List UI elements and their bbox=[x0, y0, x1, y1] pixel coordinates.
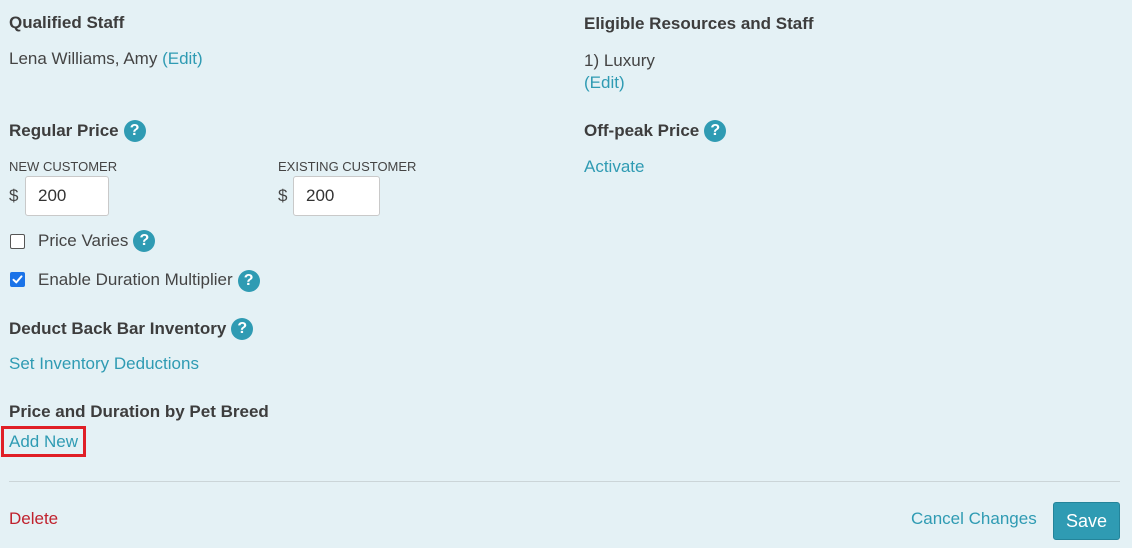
new-customer-currency-symbol: $ bbox=[9, 186, 19, 205]
back-bar-inventory-heading-text: Deduct Back Bar Inventory bbox=[9, 319, 227, 338]
eligible-resources-edit-link[interactable]: (Edit) bbox=[584, 73, 625, 93]
new-customer-price-input[interactable] bbox=[25, 176, 109, 216]
activate-off-peak-link[interactable]: Activate bbox=[584, 157, 644, 177]
qualified-staff-heading-text: Qualified Staff bbox=[9, 13, 125, 32]
price-varies-row: Price Varies ? bbox=[10, 230, 156, 252]
footer-divider bbox=[9, 481, 1120, 482]
off-peak-price-help-icon[interactable]: ? bbox=[704, 120, 727, 142]
add-new-highlight: Add New bbox=[1, 426, 86, 457]
regular-price-heading-text: Regular Price bbox=[9, 121, 119, 140]
eligible-resources-heading: Eligible Resources and Staff bbox=[584, 14, 814, 34]
back-bar-inventory-help-icon[interactable]: ? bbox=[231, 318, 254, 340]
off-peak-price-heading: Off-peak Price ? bbox=[584, 120, 727, 142]
qualified-staff-value: Lena Williams, Amy bbox=[9, 49, 158, 68]
checkmark-icon bbox=[12, 275, 23, 284]
regular-price-help-icon[interactable]: ? bbox=[123, 120, 146, 142]
existing-customer-label: EXISTING CUSTOMER bbox=[278, 159, 417, 174]
eligible-resources-heading-text: Eligible Resources and Staff bbox=[584, 14, 814, 33]
eligible-resources-value: 1) Luxury bbox=[584, 51, 655, 70]
duration-multiplier-help-icon[interactable]: ? bbox=[237, 270, 260, 292]
price-varies-checkbox[interactable] bbox=[10, 233, 25, 249]
existing-customer-price-input[interactable] bbox=[293, 176, 380, 216]
price-varies-label: Price Varies bbox=[38, 231, 129, 250]
save-button[interactable]: Save bbox=[1053, 502, 1120, 540]
duration-multiplier-label: Enable Duration Multiplier bbox=[38, 269, 233, 289]
price-varies-help-icon[interactable]: ? bbox=[133, 230, 156, 252]
new-customer-label: NEW CUSTOMER bbox=[9, 159, 118, 174]
pet-breed-heading-text: Price and Duration by Pet Breed bbox=[9, 402, 269, 421]
duration-multiplier-checkbox[interactable] bbox=[10, 272, 25, 287]
duration-multiplier-row: Enable Duration Multiplier ? bbox=[10, 267, 260, 292]
qualified-staff-row: Lena Williams, Amy (Edit) bbox=[9, 49, 203, 69]
back-bar-inventory-heading: Deduct Back Bar Inventory ? bbox=[9, 318, 254, 340]
add-new-link[interactable]: Add New bbox=[9, 432, 78, 451]
pet-breed-heading: Price and Duration by Pet Breed bbox=[9, 402, 269, 422]
set-inventory-deductions-link[interactable]: Set Inventory Deductions bbox=[9, 354, 199, 374]
qualified-staff-edit-link[interactable]: (Edit) bbox=[162, 49, 203, 68]
qualified-staff-heading: Qualified Staff bbox=[9, 13, 124, 33]
existing-customer-currency-symbol: $ bbox=[278, 186, 288, 205]
regular-price-heading: Regular Price ? bbox=[9, 120, 146, 142]
off-peak-price-heading-text: Off-peak Price bbox=[584, 121, 700, 140]
cancel-changes-link[interactable]: Cancel Changes bbox=[911, 509, 1037, 529]
delete-link[interactable]: Delete bbox=[9, 509, 58, 529]
